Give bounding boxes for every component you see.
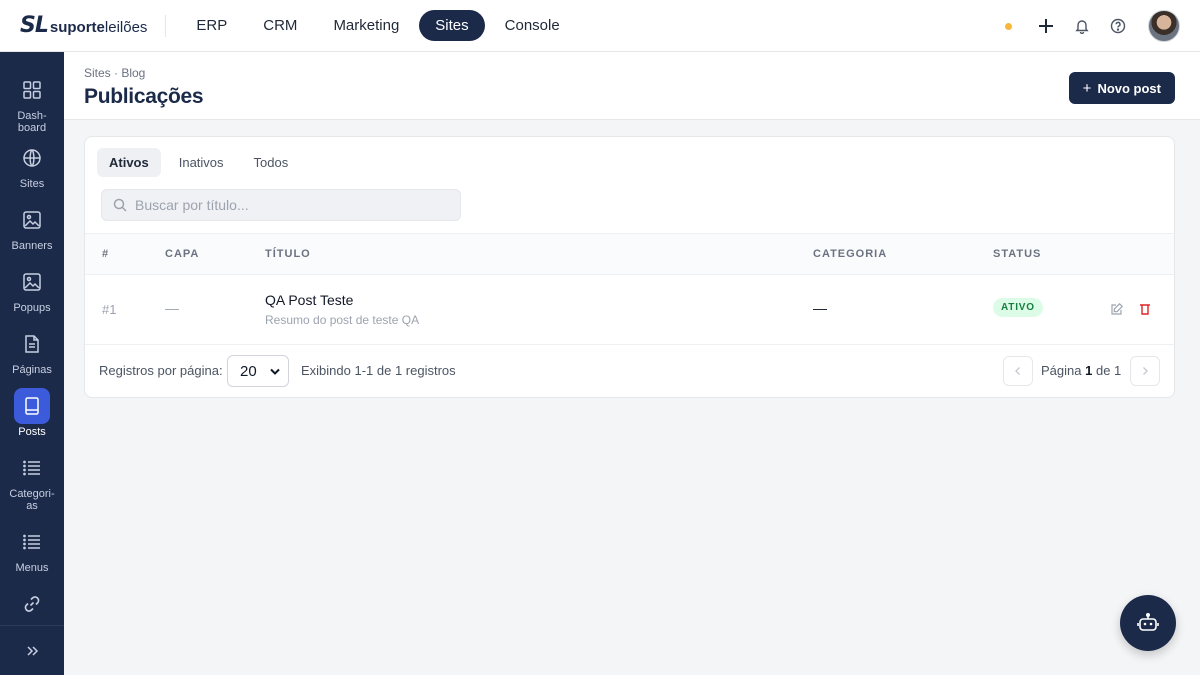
sidebar-item-label: Menus	[15, 562, 49, 574]
book-icon	[14, 388, 50, 424]
image-icon	[14, 264, 50, 300]
sidebar-item-banners[interactable]: Banners	[0, 202, 64, 252]
per-page-label: Registros por página:	[99, 363, 223, 378]
sidebar-item-links[interactable]	[0, 586, 64, 622]
plus-icon[interactable]	[1036, 16, 1056, 36]
sidebar-item-label: Posts	[18, 426, 46, 438]
list-icon	[14, 524, 50, 560]
column-header-categoria[interactable]: CATEGORIA	[813, 248, 887, 260]
page-title: Publicações	[84, 85, 204, 108]
robot-icon	[1137, 612, 1159, 631]
status-dot	[1005, 22, 1012, 30]
divider	[165, 14, 167, 37]
table-footer: Registros por página: 20 Exibindo 1-1 de…	[85, 345, 1174, 397]
sidebar-item-popups[interactable]: Popups	[0, 264, 64, 314]
column-header-status[interactable]: STATUS	[993, 248, 1041, 260]
help-icon[interactable]	[1108, 16, 1128, 36]
page-indicator: Página 1 de 1	[1041, 363, 1122, 378]
topnav-erp[interactable]: ERP	[180, 10, 243, 41]
link-icon	[14, 586, 50, 622]
grid-icon	[14, 72, 50, 108]
next-page-button[interactable]	[1130, 356, 1160, 386]
topnav-crm[interactable]: CRM	[247, 10, 313, 41]
column-header-number[interactable]: #	[102, 248, 109, 260]
table-row[interactable]: #1 — QA Post Teste Resumo do post de tes…	[85, 275, 1174, 345]
breadcrumb: Sites · Blog	[84, 66, 146, 80]
column-header-capa[interactable]: CAPA	[165, 248, 199, 260]
new-post-label: Novo post	[1097, 80, 1161, 96]
status-tabs: Ativos Inativos Todos	[97, 148, 300, 177]
per-page-select[interactable]: 20	[227, 355, 289, 387]
sidebar-item-label: Banners	[11, 240, 53, 252]
sidebar-item-sites[interactable]: Sites	[0, 140, 64, 190]
image-icon	[14, 202, 50, 238]
per-page-value: 20	[240, 362, 257, 380]
sidebar-item-menus[interactable]: Menus	[0, 524, 64, 574]
globe-icon	[14, 140, 50, 176]
sidebar-item-label: Sites	[19, 178, 45, 190]
sidebar-expand-button[interactable]	[0, 625, 64, 675]
search-input[interactable]	[135, 197, 435, 213]
top-nav: ERP CRM Marketing Sites Console	[180, 10, 575, 41]
topnav-console[interactable]: Console	[489, 10, 576, 41]
bell-icon[interactable]	[1072, 16, 1092, 36]
assistant-bot-button[interactable]	[1120, 595, 1176, 651]
row-cover: —	[165, 300, 179, 316]
sidebar-item-label: Páginas	[12, 364, 52, 376]
page-header: Sites · Blog Publicações + Novo post	[64, 52, 1200, 120]
prev-page-button[interactable]	[1003, 356, 1033, 386]
document-icon	[14, 326, 50, 362]
sidebar-item-label: Popups	[13, 302, 51, 314]
search-icon	[113, 198, 127, 212]
tab-todos[interactable]: Todos	[242, 148, 301, 177]
top-bar: SL suporteleilões ERP CRM Marketing Site…	[0, 0, 1200, 52]
brand-name: suporteleilões	[49, 19, 148, 36]
row-number: #1	[102, 302, 117, 317]
sidebar: Dash- board Sites Banners Popups Páginas…	[0, 52, 64, 675]
sidebar-item-paginas[interactable]: Páginas	[0, 326, 64, 376]
new-post-button[interactable]: + Novo post	[1068, 72, 1175, 104]
brand-mark: SL	[20, 13, 49, 38]
row-title[interactable]: QA Post Teste	[265, 292, 353, 308]
plus-icon: +	[1082, 79, 1092, 97]
topnav-sites[interactable]: Sites	[419, 10, 485, 41]
sidebar-item-categorias[interactable]: Categori- as	[0, 450, 64, 512]
sidebar-item-label: Dash- board	[17, 110, 47, 134]
edit-icon[interactable]	[1109, 301, 1125, 317]
sidebar-item-label: Categori- as	[9, 488, 55, 512]
records-info: Exibindo 1-1 de 1 registros	[301, 363, 456, 378]
sidebar-item-dashboard[interactable]: Dash- board	[0, 72, 64, 134]
tab-inativos[interactable]: Inativos	[167, 148, 236, 177]
row-summary: Resumo do post de teste QA	[265, 313, 420, 327]
brand-logo[interactable]: SL suporteleilões	[20, 0, 147, 52]
posts-card: Ativos Inativos Todos # CAPA TÍTULO CATE…	[84, 136, 1175, 398]
topnav-marketing[interactable]: Marketing	[317, 10, 415, 41]
sidebar-item-posts[interactable]: Posts	[0, 388, 64, 438]
chevron-left-icon	[1015, 367, 1020, 375]
column-header-titulo[interactable]: TÍTULO	[265, 248, 311, 260]
double-chevron-right-icon	[27, 645, 39, 656]
delete-icon[interactable]	[1137, 301, 1153, 317]
chevron-right-icon	[1143, 367, 1148, 375]
table-header: # CAPA TÍTULO CATEGORIA STATUS	[85, 233, 1174, 275]
list-icon	[14, 450, 50, 486]
top-actions	[1005, 0, 1180, 52]
chevron-down-icon	[270, 368, 280, 375]
avatar[interactable]	[1148, 10, 1180, 42]
search-box	[101, 189, 461, 221]
status-badge: ATIVO	[993, 298, 1043, 317]
row-category: —	[813, 300, 827, 316]
tab-ativos[interactable]: Ativos	[97, 148, 161, 177]
